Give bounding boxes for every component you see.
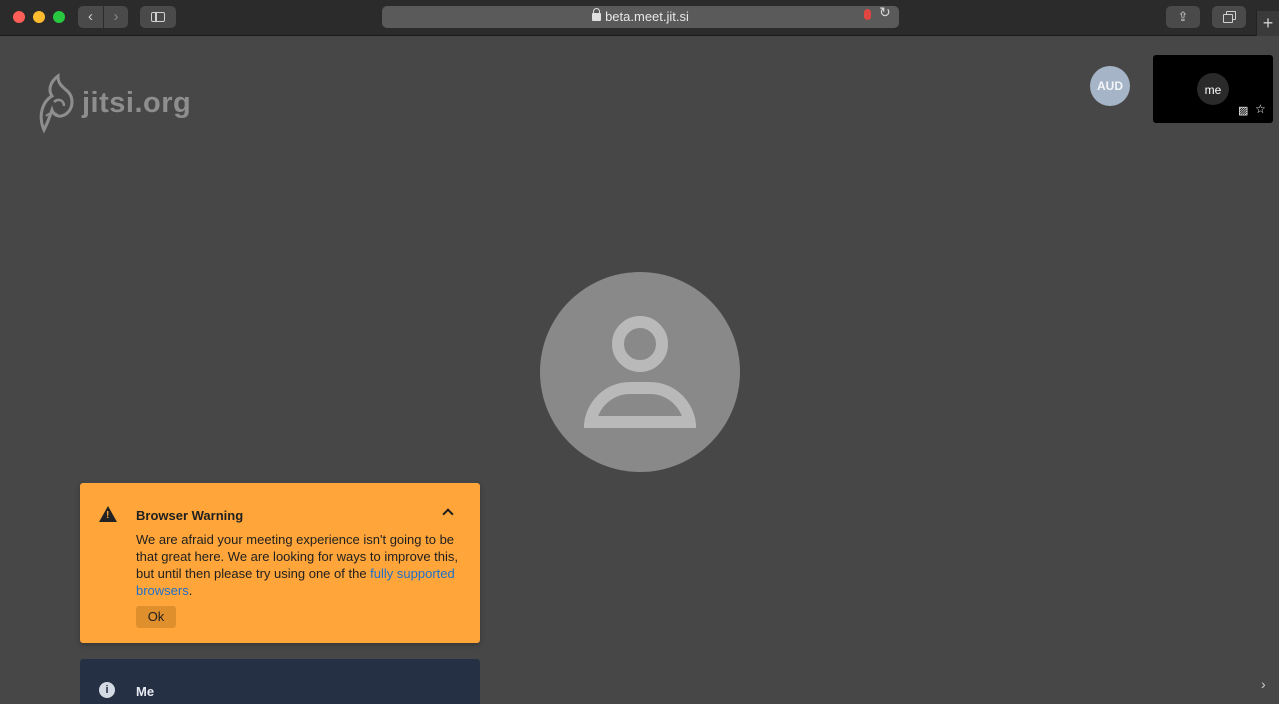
meeting-stage: jitsi.org AUD me ▨ ☆ ! Browser Warning W… bbox=[0, 36, 1279, 704]
browser-toolbar: ‹ › beta.meet.jit.si ↻ ⇪ + bbox=[0, 0, 1279, 36]
warning-exclamation: ! bbox=[106, 510, 110, 521]
info-icon: i bbox=[99, 682, 115, 698]
camera-off-icon: ▨ bbox=[1238, 105, 1249, 117]
minimize-window-button[interactable] bbox=[33, 11, 45, 23]
user-head-icon bbox=[612, 316, 668, 372]
ok-button[interactable]: Ok bbox=[136, 606, 176, 628]
browser-warning-notification: ! Browser Warning We are afraid your mee… bbox=[80, 483, 480, 643]
audio-only-badge: AUD bbox=[1090, 66, 1130, 106]
chevron-up-icon[interactable] bbox=[441, 505, 455, 519]
chevron-left-icon: ‹ bbox=[88, 8, 93, 25]
tab-overview-button[interactable] bbox=[1212, 6, 1246, 28]
star-icon: ☆ bbox=[1255, 102, 1266, 116]
chevron-right-icon[interactable]: › bbox=[1261, 676, 1266, 692]
back-button[interactable]: ‹ bbox=[78, 6, 103, 28]
maximize-window-button[interactable] bbox=[53, 11, 65, 23]
warning-message-end: . bbox=[188, 583, 193, 598]
jitsi-logo-icon bbox=[39, 72, 74, 134]
logo-text: jitsi.org bbox=[82, 86, 192, 119]
participant-avatar bbox=[540, 272, 740, 472]
share-button[interactable]: ⇪ bbox=[1166, 6, 1200, 28]
warning-triangle-icon: ! bbox=[99, 506, 117, 522]
self-avatar: me bbox=[1197, 73, 1229, 105]
warning-title: Browser Warning bbox=[136, 508, 244, 523]
url-text: beta.meet.jit.si bbox=[605, 9, 689, 24]
forward-button[interactable]: › bbox=[104, 6, 128, 28]
close-window-button[interactable] bbox=[13, 11, 25, 23]
jitsi-logo[interactable]: jitsi.org bbox=[36, 72, 191, 134]
user-body-icon bbox=[584, 382, 696, 428]
sidebar-icon bbox=[151, 12, 165, 22]
reload-button[interactable]: ↻ bbox=[879, 4, 891, 21]
address-bar[interactable]: beta.meet.jit.si bbox=[382, 6, 899, 28]
info-notification: i Me bbox=[80, 659, 480, 704]
info-title: Me bbox=[136, 684, 155, 699]
share-icon: ⇪ bbox=[1177, 9, 1189, 24]
tabs-icon-back bbox=[1223, 14, 1233, 23]
microphone-active-icon[interactable] bbox=[864, 9, 871, 20]
lock-icon bbox=[592, 8, 602, 21]
sidebar-toggle-button[interactable] bbox=[140, 6, 176, 28]
new-tab-button[interactable]: + bbox=[1256, 11, 1279, 36]
chevron-right-icon: › bbox=[113, 8, 119, 25]
warning-message: We are afraid your meeting experience is… bbox=[136, 531, 466, 599]
self-video-thumbnail[interactable]: me ▨ ☆ bbox=[1153, 55, 1273, 123]
